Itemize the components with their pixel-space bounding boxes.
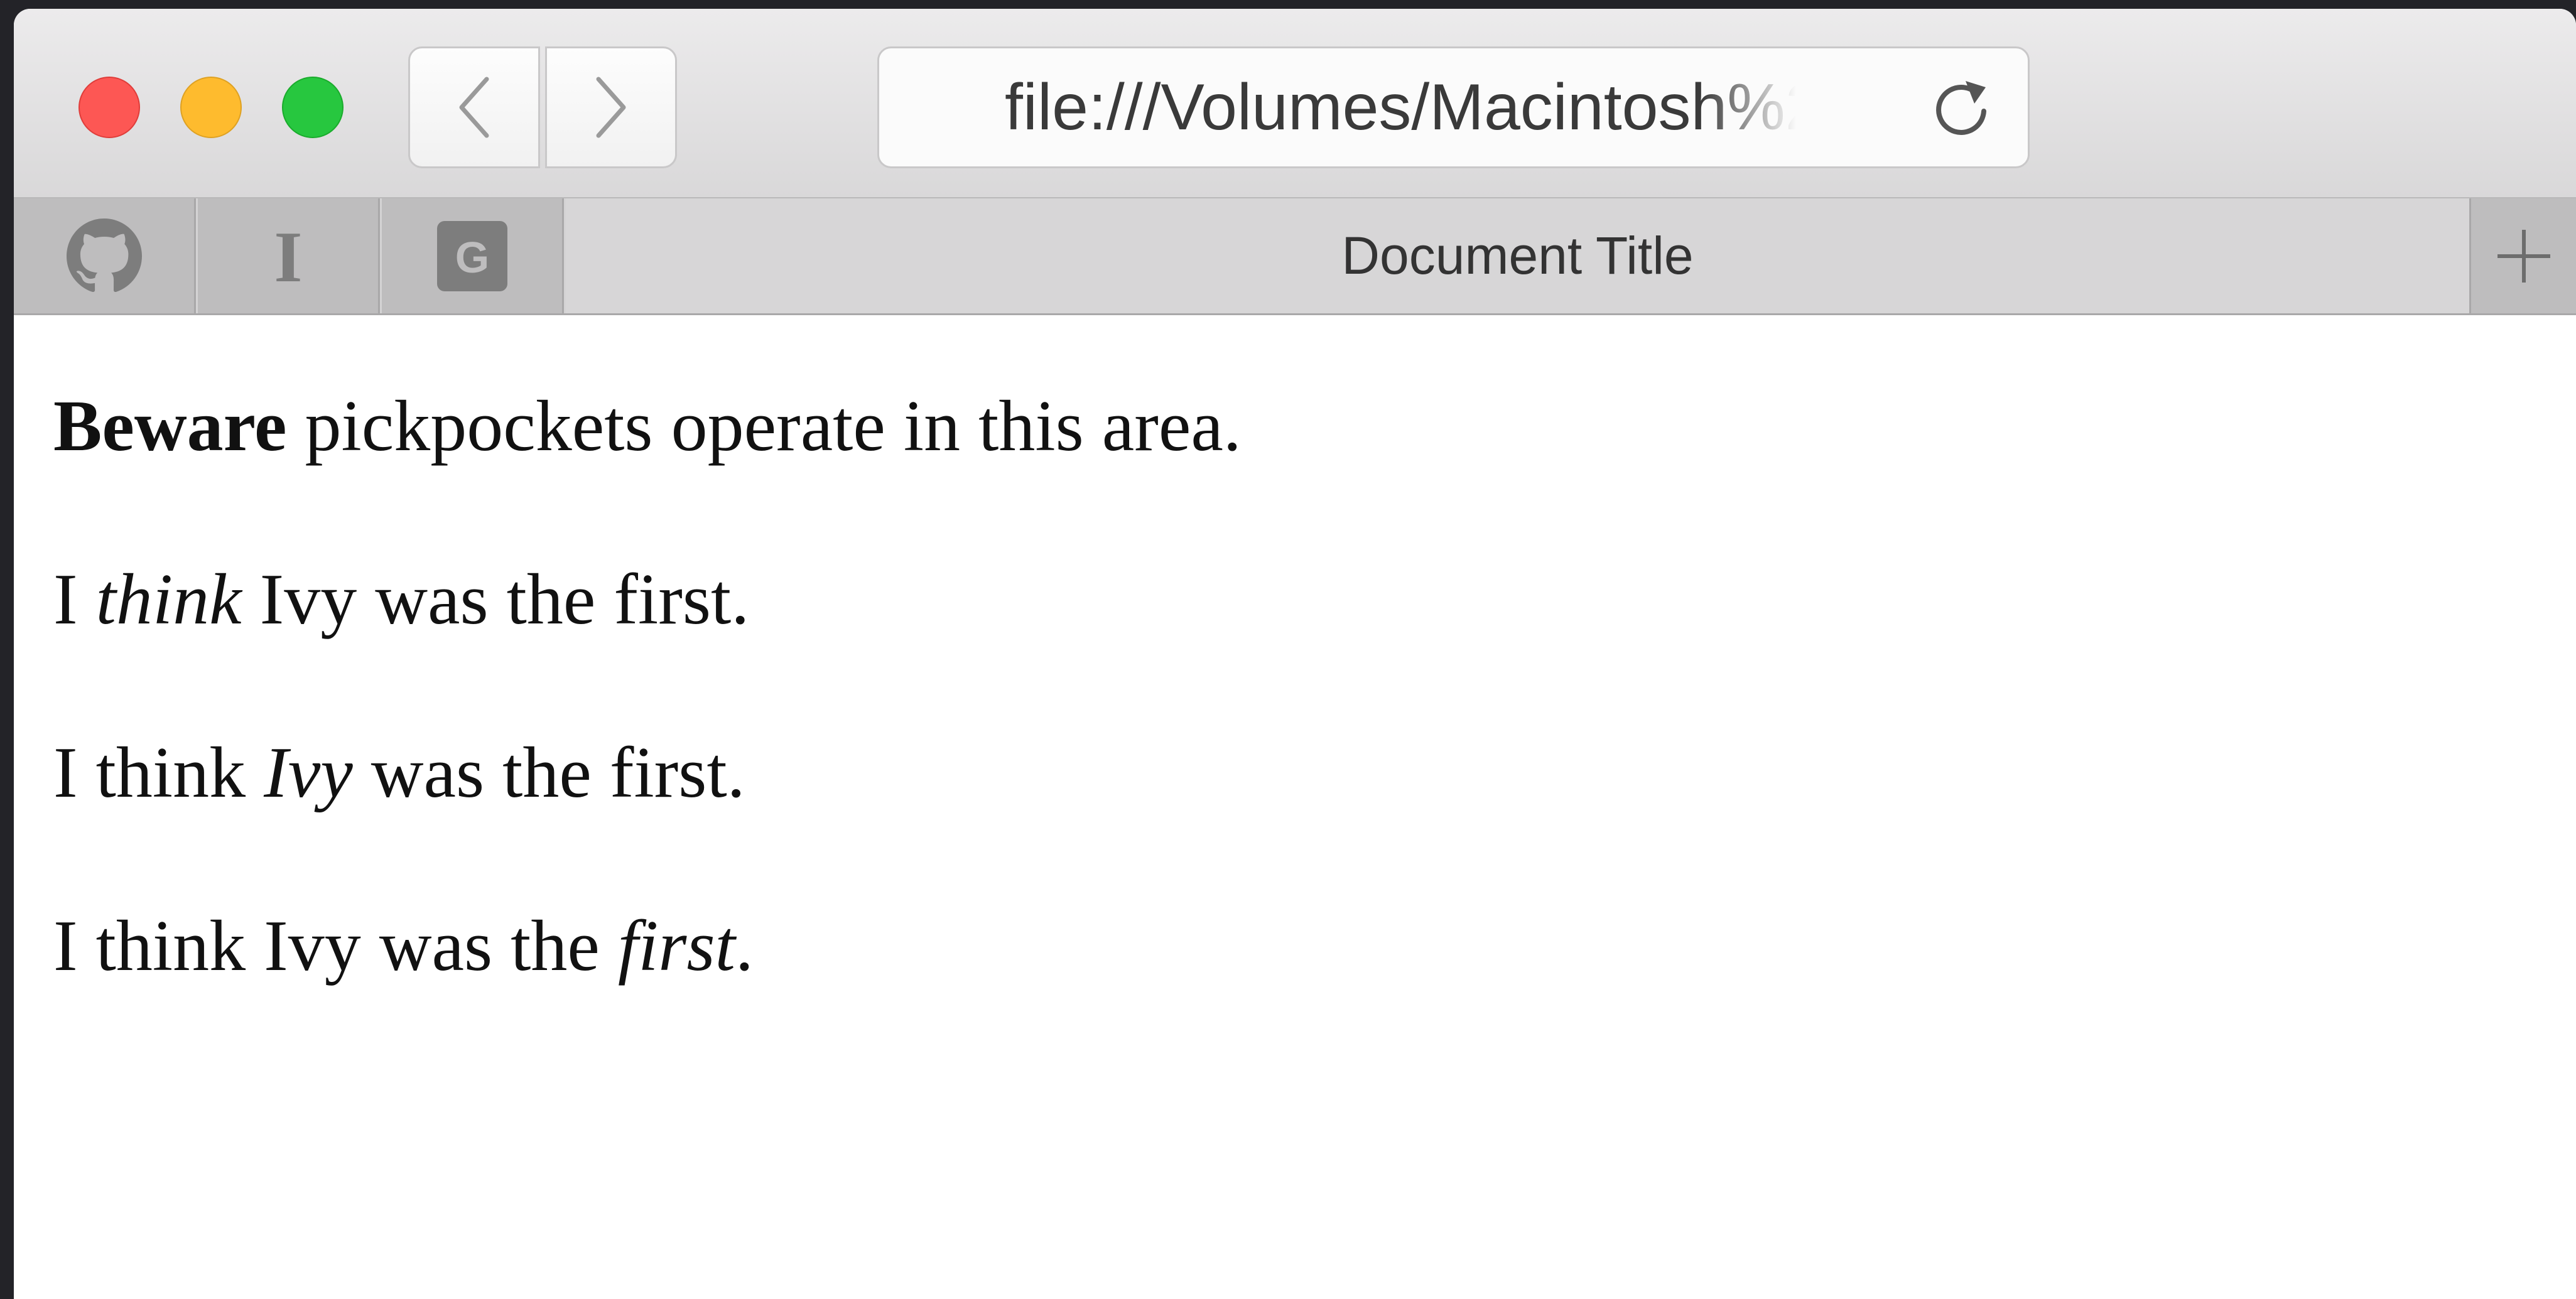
minimize-window-button[interactable] — [180, 77, 242, 138]
paragraph-text: I think Ivy was the — [53, 906, 618, 986]
reload-icon[interactable] — [1927, 73, 1996, 143]
chevron-left-icon — [459, 77, 489, 138]
paragraph-think: I think Ivy was the first. — [53, 559, 2503, 732]
address-url[interactable]: file:///Volumes/Macintosh%20HD — [1005, 48, 1796, 166]
paragraph-text: I think — [53, 733, 264, 813]
chevron-right-icon — [596, 77, 626, 138]
paragraph-beware: Beware pickpockets operate in this area. — [53, 385, 2503, 559]
bold-text: Beware — [53, 386, 287, 466]
browser-toolbar: file:///Volumes/Macintosh%20HD — [14, 9, 2576, 198]
paragraph-text: was the first. — [352, 733, 745, 813]
tab-bar: I G Document Title — [14, 198, 2576, 315]
page-content: Beware pickpockets operate in this area.… — [53, 385, 2503, 1079]
back-button[interactable] — [408, 46, 540, 168]
italic-text: think — [95, 559, 242, 640]
maximize-window-button[interactable] — [282, 77, 344, 138]
pinned-tab-text[interactable]: I — [198, 198, 380, 313]
text-cursor-icon: I — [274, 218, 302, 294]
address-bar[interactable]: file:///Volumes/Macintosh%20HD — [877, 46, 2030, 168]
pinned-tab-github[interactable] — [14, 198, 196, 313]
navigation-buttons — [408, 46, 685, 168]
close-window-button[interactable] — [78, 77, 140, 138]
text-cursor-glyph: I — [274, 218, 302, 294]
github-icon — [66, 218, 142, 292]
plus-icon — [2497, 229, 2550, 283]
paragraph-text: pickpockets operate in this area. — [286, 386, 1242, 466]
google-glyph: G — [455, 233, 489, 282]
forward-button[interactable] — [545, 46, 677, 168]
italic-text: first — [617, 906, 735, 986]
paragraph-text: I — [53, 559, 96, 640]
italic-text: Ivy — [264, 733, 353, 813]
new-tab-button[interactable] — [2469, 198, 2576, 313]
paragraph-ivy: I think Ivy was the first. — [53, 732, 2503, 905]
tab-document-title[interactable]: Document Title — [566, 198, 2469, 313]
browser-window: file:///Volumes/Macintosh%20HD I G Doc — [14, 9, 2576, 1299]
google-icon: G — [436, 220, 507, 291]
paragraph-text: . — [735, 906, 754, 986]
paragraph-text: Ivy was the first. — [241, 559, 750, 640]
pinned-tab-google[interactable]: G — [382, 198, 564, 313]
tab-title: Document Title — [1341, 226, 1694, 285]
paragraph-first: I think Ivy was the first. — [53, 905, 2503, 1079]
